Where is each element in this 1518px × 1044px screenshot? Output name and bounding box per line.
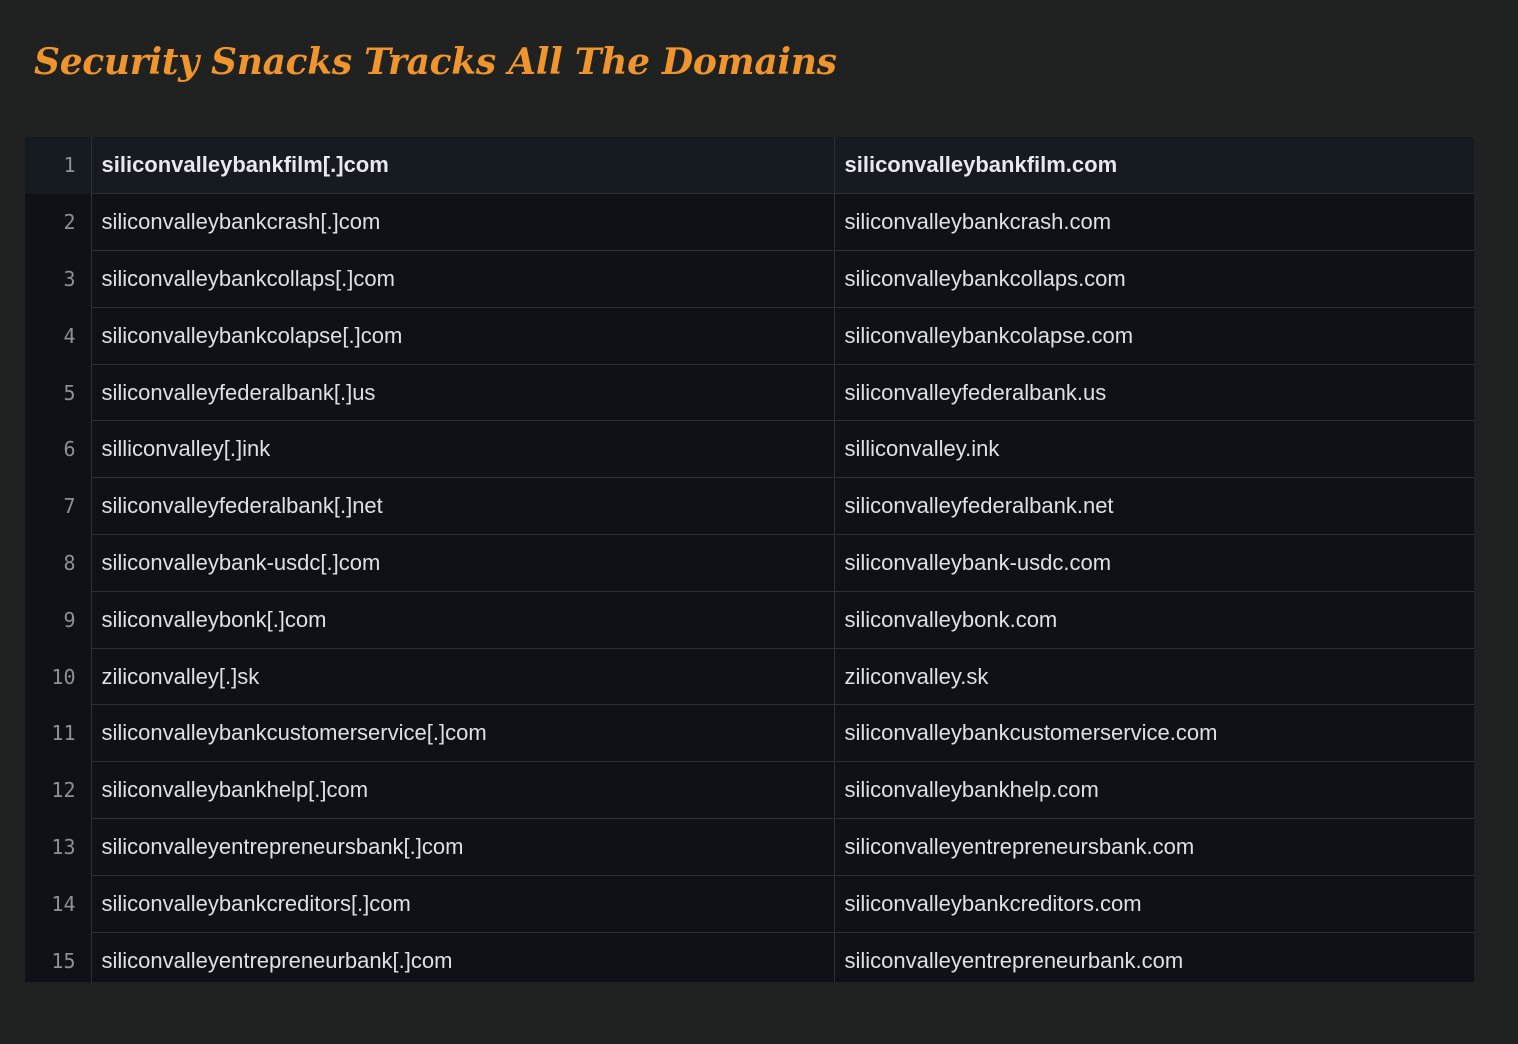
table-row: 6 silliconvalley[.]ink silliconvalley.in… [25,420,1474,479]
line-number: 13 [25,818,92,876]
domain-cell: siliconvalleybank-usdc.com [834,534,1474,592]
defanged-domain-cell: siliconvalleyentrepreneurbank[.]com [91,932,835,982]
line-number: 8 [25,534,92,592]
domain-cell: siliconvalleybankcolapse.com [834,307,1474,365]
table-row: 8 siliconvalleybank-usdc[.]com siliconva… [25,534,1474,592]
table-row: 14 siliconvalleybankcreditors[.]com sili… [25,875,1474,933]
defanged-domain-cell: siliconvalleybankfilm[.]com [91,137,835,195]
line-number: 2 [25,193,92,251]
table-row: 1 siliconvalleybankfilm[.]com siliconval… [25,137,1474,195]
defanged-domain-cell: ziliconvalley[.]sk [91,648,835,706]
domain-cell: siliconvalleybankhelp.com [834,761,1474,820]
table-row: 9 siliconvalleybonk[.]com siliconvalleyb… [25,591,1474,649]
domain-table-container: 1 siliconvalleybankfilm[.]com siliconval… [25,137,1474,982]
defanged-domain-cell: siliconvalleybankcollaps[.]com [91,250,835,308]
defanged-domain-cell: siliconvalleyentrepreneursbank[.]com [91,818,835,876]
table-row: 13 siliconvalleyentrepreneursbank[.]com … [25,818,1474,876]
domain-cell: siliconvalleybankcustomerservice.com [834,704,1474,763]
domain-cell: siliconvalleyentrepreneursbank.com [834,818,1474,876]
table-row: 10 ziliconvalley[.]sk ziliconvalley.sk [25,648,1474,706]
table-row: 12 siliconvalleybankhelp[.]com siliconva… [25,761,1474,820]
line-number: 3 [25,250,92,308]
line-number: 12 [25,761,92,819]
defanged-domain-cell: siliconvalleyfederalbank[.]net [91,477,835,536]
table-row: 3 siliconvalleybankcollaps[.]com silicon… [25,250,1474,308]
line-number: 4 [25,307,92,365]
line-number: 9 [25,591,92,649]
table-row: 11 siliconvalleybankcustomerservice[.]co… [25,704,1474,763]
domain-cell: siliconvalleyfederalbank.us [834,364,1474,422]
line-number: 14 [25,875,92,933]
domain-cell: silliconvalley.ink [834,420,1474,479]
table-row: 4 siliconvalleybankcolapse[.]com silicon… [25,307,1474,365]
line-number: 11 [25,704,92,762]
line-number: 10 [25,648,92,705]
domain-cell: siliconvalleyentrepreneurbank.com [844,947,1184,973]
defanged-domain-cell: siliconvalleybankcreditors[.]com [91,875,835,933]
domain-cell: siliconvalleybankfilm.com [834,137,1474,195]
defanged-domain-cell: siliconvalleybankcustomerservice[.]com [91,704,835,763]
page-title: Security Snacks Tracks All The Domains [34,41,837,83]
line-number: 5 [25,364,92,421]
defanged-domain-cell: siliconvalleybank-usdc[.]com [91,534,835,592]
domain-cell: siliconvalleybankcrash.com [834,193,1474,252]
table-row: 15 siliconvalleyentrepreneurbank[.]com s… [25,932,1474,982]
table-row: 7 siliconvalleyfederalbank[.]net silicon… [25,477,1474,536]
table-row: 2 siliconvalleybankcrash[.]com siliconva… [25,193,1474,252]
defanged-domain-cell: silliconvalley[.]ink [91,420,835,479]
domain-cell: ziliconvalley.sk [834,648,1474,706]
domain-table: 1 siliconvalleybankfilm[.]com siliconval… [25,137,1474,982]
defanged-domain-cell: siliconvalleybankhelp[.]com [91,761,835,820]
domain-cell: siliconvalleyfederalbank.net [834,477,1474,536]
table-row: 5 siliconvalleyfederalbank[.]us siliconv… [25,364,1474,422]
defanged-domain-cell: siliconvalleybonk[.]com [91,591,835,649]
page: Security Snacks Tracks All The Domains 1… [0,0,1518,1044]
line-number: 15 [25,932,92,982]
line-number: 7 [25,477,92,535]
defanged-domain-cell: siliconvalleybankcrash[.]com [91,193,835,252]
defanged-domain-cell: siliconvalleybankcolapse[.]com [91,307,835,365]
domain-cell: siliconvalleybankcreditors.com [834,875,1474,933]
line-number: 6 [25,420,92,478]
domain-cell: siliconvalleybonk.com [834,591,1474,649]
defanged-domain-cell: siliconvalleyfederalbank[.]us [91,364,835,422]
domain-cell: siliconvalleybankcollaps.com [834,250,1474,308]
line-number: 1 [25,137,92,194]
